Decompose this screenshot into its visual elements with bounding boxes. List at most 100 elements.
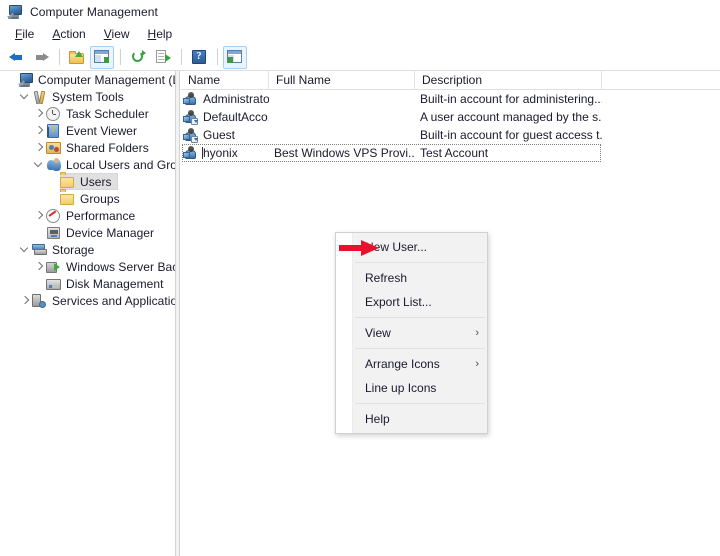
table-row[interactable]: Guest Built-in account for guest access t… (181, 126, 720, 144)
show-hide-console-tree-button[interactable] (90, 45, 114, 69)
storage-icon (32, 242, 48, 258)
cell-description: Test Account (420, 146, 489, 160)
back-button[interactable] (4, 46, 28, 69)
chevron-down-icon[interactable] (18, 241, 32, 258)
column-header-description[interactable]: Description (415, 71, 602, 89)
context-menu-item-export-list[interactable]: Export List... (336, 290, 487, 314)
context-menu-item-view[interactable]: View › (336, 321, 487, 345)
table-row[interactable]: DefaultAcco... A user account managed by … (181, 108, 720, 126)
user-disabled-icon (183, 127, 199, 143)
menu-bar: File Action View Help (0, 24, 720, 44)
computer-management-icon (18, 72, 34, 88)
tree-item-label: Services and Applications (52, 293, 175, 308)
tree-item-label: Event Viewer (66, 123, 138, 138)
menu-action[interactable]: Action (43, 25, 94, 43)
refresh-button[interactable] (126, 46, 150, 69)
tree-item-label: Storage (52, 242, 95, 257)
tree-item-label: Groups (80, 191, 120, 206)
tree-item-groups[interactable]: Groups (0, 190, 175, 207)
user-icon (183, 145, 199, 161)
user-icon (183, 91, 199, 107)
tree-item-event-viewer[interactable]: Event Viewer (0, 122, 175, 139)
shared-folders-icon (46, 140, 62, 156)
tree-item-local-users-and-groups[interactable]: Local Users and Groups (0, 156, 175, 173)
action-pane-icon (227, 50, 243, 64)
chevron-down-icon[interactable] (32, 156, 46, 173)
up-one-level-button[interactable] (65, 46, 89, 69)
tree-item-device-manager[interactable]: Device Manager (0, 224, 175, 241)
help-button[interactable]: ? (187, 46, 211, 69)
context-menu-item-refresh[interactable]: Refresh (336, 266, 487, 290)
task-scheduler-icon (46, 106, 62, 122)
user-name: hyonix (203, 146, 238, 160)
context-menu-item-help[interactable]: Help (336, 407, 487, 431)
context-menu-item-arrange-icons[interactable]: Arrange Icons › (336, 352, 487, 376)
column-header-full-name[interactable]: Full Name (269, 71, 415, 89)
context-menu-item-label: Refresh (365, 271, 408, 285)
windows-server-backup-icon (46, 259, 62, 275)
tree-item-storage[interactable]: Storage (0, 241, 175, 258)
context-menu-item-new-user[interactable]: New User... (336, 235, 487, 259)
table-row[interactable]: Administrator Built-in account for admini… (181, 90, 720, 108)
context-menu-separator (355, 403, 485, 404)
chevron-down-icon[interactable] (18, 88, 32, 105)
menu-view[interactable]: View (95, 25, 139, 43)
chevron-right-icon[interactable] (32, 139, 46, 156)
tree-item-users[interactable]: Users (0, 173, 175, 190)
panel-splitter[interactable] (175, 71, 180, 556)
local-users-groups-icon (46, 157, 62, 173)
cell-name: Administrator (181, 90, 269, 108)
list-column-header: Name Full Name Description (181, 71, 720, 90)
user-name: Administrator (203, 92, 269, 106)
show-hide-action-pane-button[interactable] (223, 45, 247, 69)
chevron-right-icon[interactable] (18, 292, 32, 309)
refresh-icon (131, 50, 146, 64)
menu-file[interactable]: File (6, 25, 43, 43)
tree-item-services-and-applications[interactable]: Services and Applications (0, 292, 175, 309)
toolbar-separator (59, 49, 60, 65)
user-name: DefaultAcco... (203, 110, 269, 124)
cell-name: DefaultAcco... (181, 108, 269, 126)
system-tools-icon (32, 89, 48, 105)
cell-description: A user account managed by the s... (420, 110, 602, 124)
chevron-right-icon[interactable] (32, 258, 46, 275)
tree-item-windows-server-backup[interactable]: Windows Server Backup (0, 258, 175, 275)
console-tree: Computer Management (Local System Tools Ta… (0, 71, 175, 309)
tree-item-system-tools[interactable]: System Tools (0, 88, 175, 105)
arrow-left-icon (8, 51, 24, 64)
tree-item-label: Task Scheduler (66, 106, 149, 121)
folder-icon (60, 174, 76, 190)
context-menu-item-label: Arrange Icons (365, 357, 440, 371)
disk-management-icon (46, 276, 62, 292)
forward-button[interactable] (29, 46, 53, 69)
tree-item-computer-management-local[interactable]: Computer Management (Local (0, 71, 175, 88)
context-menu-item-label: Line up Icons (365, 381, 437, 395)
chevron-right-icon[interactable] (32, 122, 46, 139)
context-menu: New User... Refresh Export List... View › Arr… (335, 232, 488, 434)
device-manager-icon (46, 225, 62, 241)
tree-item-disk-management[interactable]: Disk Management (0, 275, 175, 292)
user-disabled-icon (183, 109, 199, 125)
table-row[interactable]: hyonix Best Windows VPS Provi... Test Acco… (181, 144, 720, 162)
context-menu-item-line-up-icons[interactable]: Line up Icons (336, 376, 487, 400)
context-menu-separator (355, 317, 485, 318)
menu-help[interactable]: Help (139, 25, 182, 43)
cell-name: hyonix (181, 144, 269, 162)
tree-item-task-scheduler[interactable]: Task Scheduler (0, 105, 175, 122)
tree-item-label: Computer Management (Local (38, 72, 175, 87)
export-list-button[interactable] (151, 46, 175, 69)
tree-item-label: Local Users and Groups (66, 157, 175, 172)
column-header-name[interactable]: Name (181, 71, 269, 89)
user-name: Guest (203, 128, 236, 142)
chevron-right-icon[interactable] (32, 207, 46, 224)
text-caret (202, 147, 203, 159)
title-bar: Computer Management (0, 0, 720, 24)
tree-item-shared-folders[interactable]: Shared Folders (0, 139, 175, 156)
tree-item-performance[interactable]: Performance (0, 207, 175, 224)
event-viewer-icon (46, 123, 62, 139)
chevron-right-icon[interactable] (32, 105, 46, 122)
submenu-chevron-right-icon: › (475, 357, 479, 370)
context-menu-item-label: Export List... (365, 295, 432, 309)
